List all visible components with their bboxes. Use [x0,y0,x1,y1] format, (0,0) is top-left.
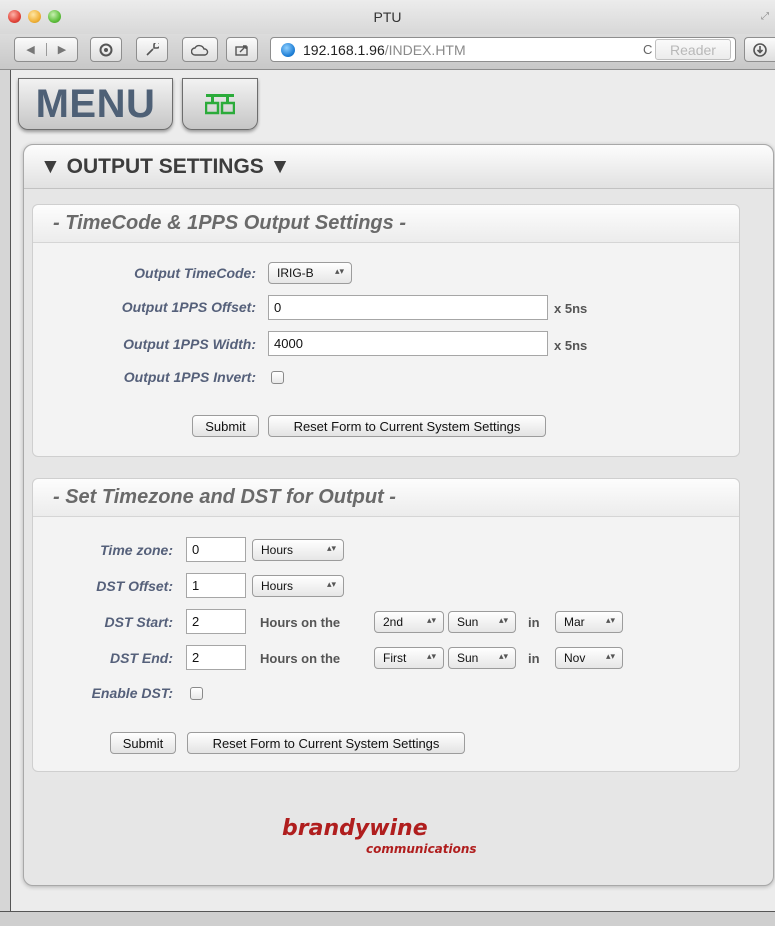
address-bar[interactable]: 192.168.1.96/INDEX.HTM C Reader [270,37,736,62]
title-bar: PTU ⤢ [0,0,775,34]
dst-start-day-select[interactable]: Sun ▴▾ [448,611,516,633]
dst-offset-unit-value: Hours [261,579,294,593]
select-arrows-icon: ▴▾ [498,615,508,625]
select-arrows-icon: ▴▾ [426,651,436,661]
cloud-button[interactable] [182,37,218,62]
timecode-submit-button[interactable]: Submit [192,415,259,437]
dst-end-day-value: Sun [457,651,479,665]
timezone-section: - Set Timezone and DST for Output - Time… [32,478,740,772]
select-arrows-icon: ▴▾ [605,651,615,661]
pps-invert-checkbox[interactable] [271,371,284,384]
timecode-section: - TimeCode & 1PPS Output Settings - Outp… [32,204,740,457]
pps-offset-input[interactable] [268,295,548,320]
dst-end-day-select[interactable]: Sun ▴▾ [448,647,516,669]
dst-start-in-label: in [528,615,540,630]
dst-end-hours-on-the: Hours on the [260,651,341,666]
pps-offset-unit: x 5ns [554,301,588,316]
time-zone-label: Time zone: [100,542,173,558]
tools-button[interactable] [136,37,168,62]
window-title: PTU [373,9,402,25]
dst-start-month-value: Mar [564,615,585,629]
reload-icon[interactable]: C [643,42,652,57]
timecode-section-header: - TimeCode & 1PPS Output Settings - [33,205,739,243]
output-timecode-label: Output TimeCode: [134,265,256,281]
timezone-reset-button[interactable]: Reset Form to Current System Settings [187,732,465,754]
dst-end-in-label: in [528,651,540,666]
dst-start-week-value: 2nd [383,615,404,629]
page-content: MENU ▼ OUTPUT SETTINGS ▼ - TimeCode & 1P… [10,70,775,911]
page-title: ▼ OUTPUT SETTINGS ▼ [40,155,291,178]
browser-toolbar: ◀ ▶ 192.168.1.96/INDEX.HTM C Reader [0,34,775,70]
select-arrows-icon: ▴▾ [426,615,436,625]
time-zone-input[interactable] [186,537,246,562]
dst-start-hours-on-the: Hours on the [260,615,341,630]
enable-dst-checkbox[interactable] [190,687,203,700]
dst-end-month-select[interactable]: Nov ▴▾ [555,647,623,669]
share-button[interactable] [226,37,258,62]
dst-offset-label: DST Offset: [96,578,173,594]
pps-invert-label: Output 1PPS Invert: [123,369,256,385]
pps-width-label: Output 1PPS Width: [123,336,256,352]
shield-icon [99,43,113,56]
dst-start-label: DST Start: [104,614,173,630]
pps-offset-label: Output 1PPS Offset: [121,299,256,315]
dst-end-week-value: First [383,651,407,665]
output-timecode-select[interactable]: IRIG-B ▴▾ [268,262,352,284]
logo-sub-text: communications [366,842,477,856]
timezone-section-title: - Set Timezone and DST for Output - [53,486,396,508]
url-path: /INDEX.HTM [384,42,466,58]
timecode-reset-button[interactable]: Reset Form to Current System Settings [268,415,546,437]
time-zone-unit-select[interactable]: Hours ▴▾ [252,539,344,561]
cloud-icon [191,44,209,56]
reader-button[interactable]: Reader [655,39,731,60]
back-icon[interactable]: ◀ [15,43,46,56]
dst-end-hours-input[interactable] [186,645,246,670]
timezone-section-header: - Set Timezone and DST for Output - [33,479,739,517]
brandywine-logo: brandywine communications [282,816,502,866]
select-arrows-icon: ▴▾ [326,579,336,589]
enable-dst-label: Enable DST: [91,685,173,701]
dst-start-day-value: Sun [457,615,479,629]
dst-start-hours-input[interactable] [186,609,246,634]
fullscreen-icon[interactable]: ⤢ [761,11,769,22]
key-icon [146,42,159,56]
time-zone-unit-value: Hours [261,543,294,557]
select-arrows-icon: ▴▾ [498,651,508,661]
globe-icon [281,43,295,57]
url-text: 192.168.1.96/INDEX.HTM [303,42,466,58]
back-forward-buttons: ◀ ▶ [14,37,78,62]
pps-width-unit: x 5ns [554,338,588,353]
output-settings-header[interactable]: ▼ OUTPUT SETTINGS ▼ [24,145,773,189]
timezone-submit-button[interactable]: Submit [110,732,176,754]
privacy-button[interactable] [90,37,122,62]
dst-offset-input[interactable] [186,573,246,598]
dst-end-month-value: Nov [564,651,586,665]
status-bar [0,911,775,926]
network-button[interactable] [182,78,258,130]
timecode-section-title: - TimeCode & 1PPS Output Settings - [53,212,406,234]
dst-offset-unit-select[interactable]: Hours ▴▾ [252,575,344,597]
forward-icon[interactable]: ▶ [46,43,77,56]
dst-end-label: DST End: [110,650,173,666]
network-icon [205,94,235,115]
select-arrows-icon: ▴▾ [605,615,615,625]
download-icon [753,42,767,57]
downloads-button[interactable] [744,37,775,62]
url-host: 192.168.1.96 [303,42,385,58]
dst-start-week-select[interactable]: 2nd ▴▾ [374,611,444,633]
share-icon [235,44,248,56]
menu-button[interactable]: MENU [18,78,173,130]
logo-main-text: brandywine [282,816,428,841]
output-timecode-value: IRIG-B [277,266,314,280]
pps-width-input[interactable] [268,331,548,356]
dst-start-month-select[interactable]: Mar ▴▾ [555,611,623,633]
dst-end-week-select[interactable]: First ▴▾ [374,647,444,669]
select-arrows-icon: ▴▾ [326,543,336,553]
select-arrows-icon: ▴▾ [334,266,344,276]
